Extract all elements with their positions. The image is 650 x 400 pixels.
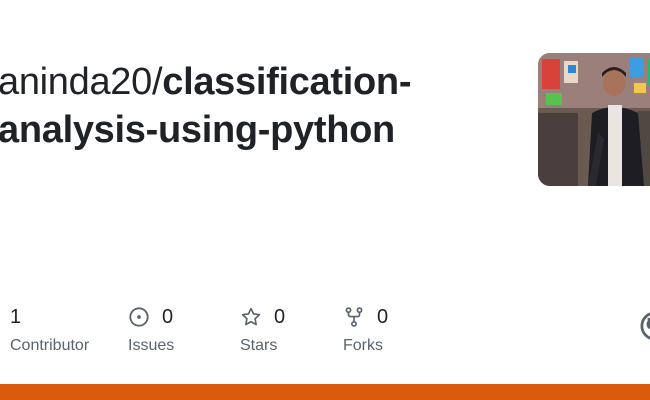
contributors-count: 1 <box>10 305 22 328</box>
forks-count: 0 <box>377 305 389 328</box>
repo-title-line-1: aninda20/classification- <box>0 58 518 106</box>
repo-title: aninda20/classification- analysis-using-… <box>0 58 518 154</box>
contributors-label: Contributor <box>10 337 90 354</box>
stat-issues[interactable]: 0 Issues <box>128 303 174 355</box>
repo-owner: aninda20/ <box>0 61 163 103</box>
star-icon <box>240 306 262 328</box>
language-bar <box>0 384 650 400</box>
stat-contributors[interactable]: 1 Contributor <box>10 303 89 355</box>
forks-label: Forks <box>343 337 383 354</box>
issue-opened-icon <box>128 306 150 328</box>
repo-social-card: aninda20/classification- analysis-using-… <box>0 0 650 400</box>
issues-count: 0 <box>162 305 174 328</box>
stat-stars[interactable]: 0 Stars <box>240 303 285 355</box>
owner-avatar <box>538 53 650 186</box>
repo-forked-icon <box>343 306 365 328</box>
avatar-photo <box>538 53 650 186</box>
github-logo-icon <box>640 311 650 341</box>
repo-title-line-2: analysis-using-python <box>0 106 518 154</box>
stat-forks[interactable]: 0 Forks <box>343 303 388 355</box>
stars-count: 0 <box>274 305 286 328</box>
issues-label: Issues <box>128 337 175 354</box>
repo-name-part-2: analysis-using-python <box>0 109 395 151</box>
repo-name-part-1: classification- <box>162 61 412 103</box>
stars-label: Stars <box>240 337 278 354</box>
